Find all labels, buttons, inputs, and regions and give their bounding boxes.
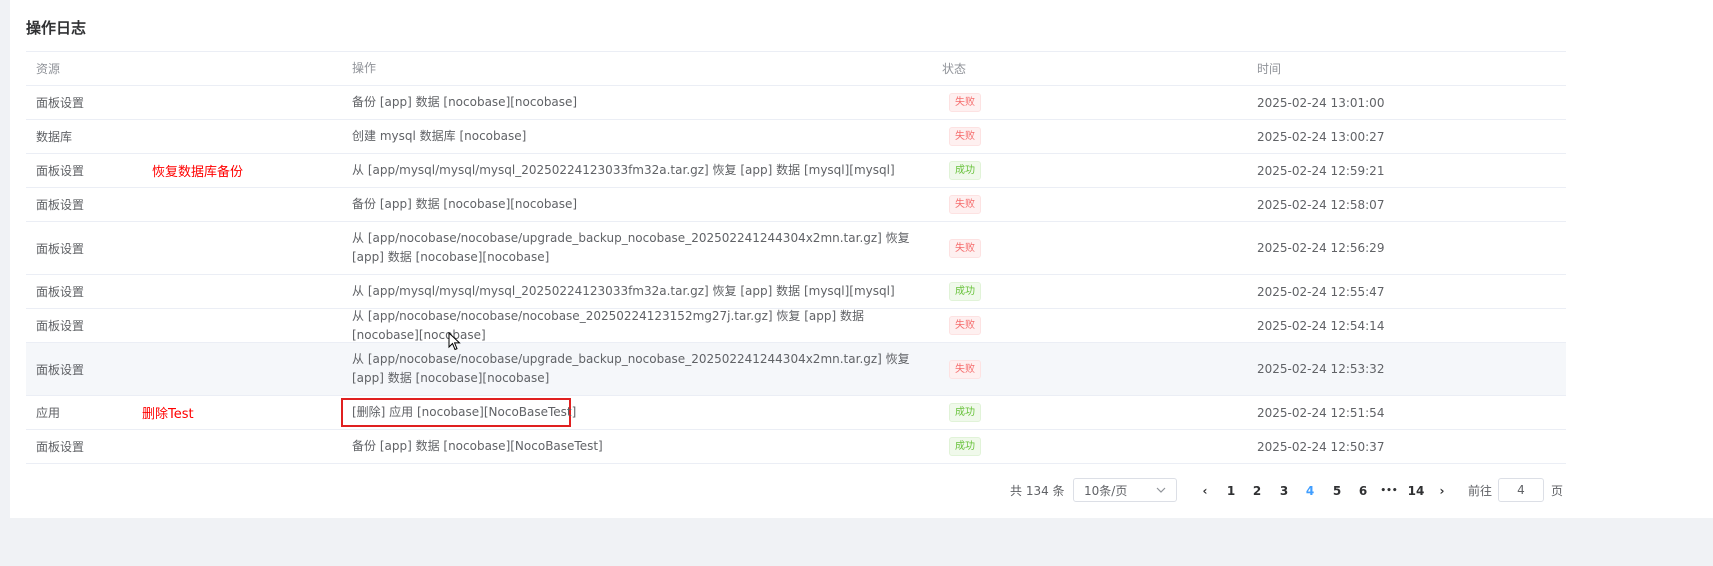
status-badge: 失败 <box>949 195 981 214</box>
page-size-select[interactable]: 10条/页 <box>1073 478 1177 502</box>
status-badge: 成功 <box>949 403 981 422</box>
status-badge: 成功 <box>949 437 981 456</box>
page-size-value: 10条/页 <box>1084 483 1128 498</box>
status-badge: 成功 <box>949 161 981 180</box>
cell-time: 2025-02-24 13:01:00 <box>1257 95 1385 110</box>
cell-time: 2025-02-24 13:00:27 <box>1257 129 1385 144</box>
goto-label: 前往 <box>1468 484 1493 498</box>
table-header: 资源 操作 状态 时间 <box>26 52 1566 86</box>
cell-time: 2025-02-24 12:59:21 <box>1257 163 1385 178</box>
cell-time: 2025-02-24 12:51:54 <box>1257 405 1385 420</box>
cell-operation: 从 [app/nocobase/nocobase/upgrade_backup_… <box>352 352 910 385</box>
annotation-delete-test: 删除Test <box>142 407 194 422</box>
cell-operation: 创建 mysql 数据库 [nocobase] <box>352 129 527 143</box>
page-word: 页 <box>1551 484 1564 498</box>
cell-resource: 面板设置 <box>36 285 85 299</box>
table-row[interactable]: 面板设置 从 [app/nocobase/nocobase/nocobase_2… <box>26 309 1566 343</box>
operation-log-panel: 操作日志 资源 操作 状态 时间 面板设置 备份 [app] 数据 [nocob… <box>10 0 1713 518</box>
goto-page-input[interactable]: 4 <box>1498 478 1544 502</box>
cell-resource: 面板设置 <box>36 164 85 178</box>
cell-status: 成功 <box>942 154 981 187</box>
more-pages-button[interactable]: ••• <box>1379 478 1399 504</box>
prev-page-button[interactable]: ‹ <box>1195 478 1215 504</box>
cell-resource: 面板设置 <box>36 96 85 110</box>
cell-status: 成功 <box>942 275 981 308</box>
table-row[interactable]: 面板设置 从 [app/mysql/mysql/mysql_2025022412… <box>26 275 1566 309</box>
table-row[interactable]: 面板设置 备份 [app] 数据 [nocobase][NocoBaseTest… <box>26 430 1566 464</box>
table-row[interactable]: 应用 删除Test [删除] 应用 [nocobase][NocoBaseTes… <box>26 396 1566 430</box>
page-button-6[interactable]: 6 <box>1353 478 1373 504</box>
column-resource: 资源 <box>36 62 61 76</box>
status-badge: 失败 <box>949 127 981 146</box>
cell-operation: 从 [app/mysql/mysql/mysql_20250224123033f… <box>352 284 895 298</box>
cell-status: 失败 <box>942 188 981 221</box>
cell-operation: 从 [app/mysql/mysql/mysql_20250224123033f… <box>352 163 895 177</box>
page-button-14[interactable]: 14 <box>1404 478 1428 504</box>
page-title: 操作日志 <box>26 19 87 37</box>
mouse-cursor-icon <box>448 332 461 351</box>
page-button-1[interactable]: 1 <box>1221 478 1241 504</box>
column-status: 状态 <box>942 62 967 76</box>
table-row[interactable]: 面板设置 备份 [app] 数据 [nocobase][nocobase] 失败… <box>26 86 1566 120</box>
cell-operation: 备份 [app] 数据 [nocobase][nocobase] <box>352 95 578 109</box>
cell-status: 成功 <box>942 396 981 429</box>
cell-time: 2025-02-24 12:58:07 <box>1257 197 1385 212</box>
table-row[interactable]: 面板设置 备份 [app] 数据 [nocobase][nocobase] 失败… <box>26 188 1566 222</box>
cell-resource: 面板设置 <box>36 198 85 212</box>
table-row[interactable]: 面板设置 从 [app/nocobase/nocobase/upgrade_ba… <box>26 343 1566 396</box>
total-count: 共 134 条 <box>1010 484 1065 498</box>
cell-time: 2025-02-24 12:50:37 <box>1257 439 1385 454</box>
cell-status: 失败 <box>942 343 981 395</box>
page-button-4[interactable]: 4 <box>1300 478 1320 504</box>
page-button-2[interactable]: 2 <box>1247 478 1267 504</box>
page-button-5[interactable]: 5 <box>1327 478 1347 504</box>
cell-resource: 面板设置 <box>36 241 85 256</box>
status-badge: 失败 <box>949 93 981 112</box>
table-row[interactable]: 数据库 创建 mysql 数据库 [nocobase] 失败 2025-02-2… <box>26 120 1566 154</box>
table-row[interactable]: 面板设置 恢复数据库备份 从 [app/mysql/mysql/mysql_20… <box>26 154 1566 188</box>
pagination: 共 134 条 10条/页 ‹ 1 2 3 4 5 6 ••• 14 › 前往 … <box>0 478 1713 504</box>
cell-operation: 从 [app/nocobase/nocobase/nocobase_202502… <box>352 308 864 342</box>
cell-time: 2025-02-24 12:54:14 <box>1257 318 1385 333</box>
page-button-3[interactable]: 3 <box>1274 478 1294 504</box>
cell-status: 失败 <box>942 222 981 274</box>
cell-status: 失败 <box>942 86 981 119</box>
status-badge: 失败 <box>949 238 981 258</box>
cell-resource: 应用 <box>36 406 61 420</box>
cell-status: 失败 <box>942 309 981 342</box>
cell-resource: 数据库 <box>36 130 73 144</box>
next-page-button[interactable]: › <box>1432 478 1452 504</box>
status-badge: 失败 <box>949 316 981 335</box>
cell-operation: 备份 [app] 数据 [nocobase][nocobase] <box>352 197 578 211</box>
cell-operation: [删除] 应用 [nocobase][NocoBaseTest] <box>352 405 577 419</box>
cell-time: 2025-02-24 12:53:32 <box>1257 362 1385 376</box>
cell-operation: 从 [app/nocobase/nocobase/upgrade_backup_… <box>352 231 910 264</box>
log-table: 资源 操作 状态 时间 面板设置 备份 [app] 数据 [nocobase][… <box>26 51 1566 464</box>
table-row[interactable]: 面板设置 从 [app/nocobase/nocobase/upgrade_ba… <box>26 222 1566 275</box>
annotation-restore-db-backup: 恢复数据库备份 <box>152 165 244 180</box>
cell-resource: 面板设置 <box>36 319 85 333</box>
column-operation: 操作 <box>352 61 377 75</box>
status-badge: 成功 <box>949 282 981 301</box>
cell-operation: 备份 [app] 数据 [nocobase][NocoBaseTest] <box>352 439 603 453</box>
cell-resource: 面板设置 <box>36 440 85 454</box>
cell-resource: 面板设置 <box>36 362 85 377</box>
column-time: 时间 <box>1257 62 1282 76</box>
cell-time: 2025-02-24 12:55:47 <box>1257 284 1385 299</box>
cell-status: 成功 <box>942 430 981 463</box>
cell-status: 失败 <box>942 120 981 153</box>
status-badge: 失败 <box>949 359 981 379</box>
chevron-down-icon <box>1156 487 1166 493</box>
cell-time: 2025-02-24 12:56:29 <box>1257 241 1385 255</box>
